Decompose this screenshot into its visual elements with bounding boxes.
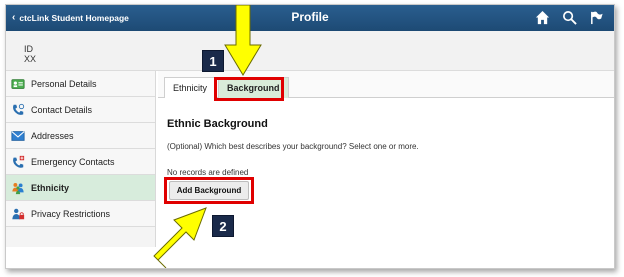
id-card-icon [11, 77, 25, 91]
sidebar-item-privacy-restrictions[interactable]: Privacy Restrictions [6, 201, 155, 227]
sidebar-item-label: Privacy Restrictions [31, 208, 111, 219]
person-lock-icon [11, 207, 25, 221]
background-tab-highlight [214, 77, 284, 101]
sidebar-item-label: Ethnicity [31, 182, 70, 193]
section-title: Ethnic Background [167, 118, 268, 130]
arrow-down-icon [224, 5, 262, 76]
header-bar: ‹ ctcLink Student Homepage Profile [6, 5, 614, 31]
sidebar: Personal Details Contact Details Address… [6, 71, 156, 247]
page-title: Profile [291, 10, 329, 24]
step-1-badge: 1 [202, 50, 224, 72]
envelope-icon [11, 129, 25, 143]
id-label: ID [24, 44, 33, 54]
tab-ethnicity[interactable]: Ethnicity [164, 77, 217, 98]
sidebar-item-contact-details[interactable]: Contact Details [6, 97, 155, 123]
sidebar-item-emergency-contacts[interactable]: Emergency Contacts [6, 149, 155, 175]
sidebar-item-label: Addresses [31, 130, 74, 141]
phone-icon [11, 103, 25, 117]
sidebar-item-label: Contact Details [31, 104, 93, 115]
arrow-up-right-icon [153, 207, 207, 268]
people-icon [11, 181, 25, 195]
sidebar-item-addresses[interactable]: Addresses [6, 123, 155, 149]
flag-icon[interactable] [589, 10, 604, 25]
emergency-phone-icon [11, 155, 25, 169]
id-bar: ID XX [6, 31, 614, 71]
sidebar-item-ethnicity[interactable]: Ethnicity [6, 175, 155, 201]
id-value: XX [24, 54, 37, 64]
no-records-message: No records are defined [167, 168, 249, 177]
sidebar-item-personal-details[interactable]: Personal Details [6, 71, 155, 97]
search-icon[interactable] [562, 10, 577, 25]
section-description: (Optional) Which best describes your bac… [167, 142, 419, 151]
home-icon[interactable] [535, 10, 550, 25]
sidebar-item-label: Emergency Contacts [31, 156, 115, 167]
screenshot-frame: ‹ ctcLink Student Homepage Profile ID XX… [5, 4, 615, 269]
header-actions [535, 10, 604, 25]
sidebar-item-label: Personal Details [31, 78, 97, 89]
